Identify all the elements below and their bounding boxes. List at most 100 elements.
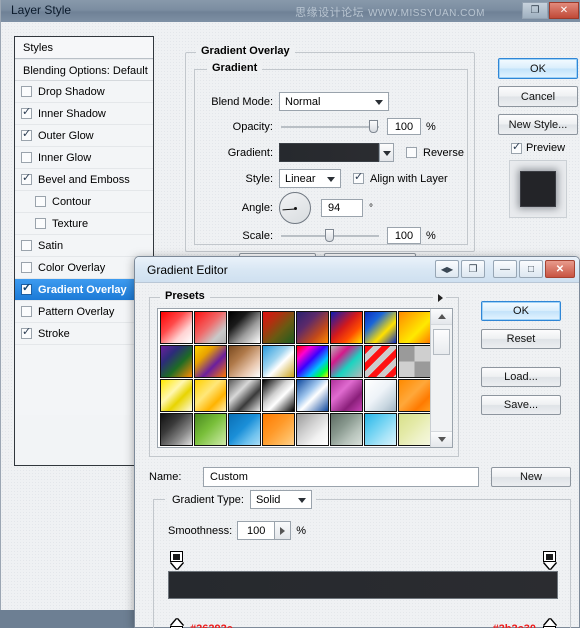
- style-item-drop-shadow[interactable]: Drop Shadow: [15, 81, 153, 103]
- style-item-checkbox[interactable]: [21, 282, 32, 295]
- ge-save-button[interactable]: Save...: [481, 395, 561, 415]
- name-input[interactable]: Custom: [203, 467, 479, 487]
- preset-swatch[interactable]: [364, 379, 397, 412]
- preset-swatch[interactable]: [296, 311, 329, 344]
- ge-load-button[interactable]: Load...: [481, 367, 561, 387]
- gradient-swatch[interactable]: [279, 143, 379, 162]
- color-stop-right[interactable]: [543, 619, 556, 628]
- preset-swatch[interactable]: [262, 311, 295, 344]
- preset-swatch[interactable]: [194, 311, 227, 344]
- preview-checkbox[interactable]: [510, 141, 522, 154]
- preset-swatch[interactable]: [194, 413, 227, 446]
- style-item-checkbox[interactable]: [21, 306, 32, 317]
- style-item-bevel-and-emboss[interactable]: Bevel and Emboss: [15, 169, 153, 191]
- style-item-checkbox[interactable]: [21, 172, 32, 185]
- preset-swatch[interactable]: [398, 345, 431, 378]
- new-style-button[interactable]: New Style...: [498, 114, 578, 135]
- color-stop-left[interactable]: [170, 619, 183, 628]
- preset-swatch[interactable]: [296, 413, 329, 446]
- style-select[interactable]: Linear: [279, 169, 341, 188]
- presets-menu-icon[interactable]: [433, 291, 446, 304]
- scale-slider[interactable]: [281, 228, 379, 242]
- preset-swatch[interactable]: [398, 311, 431, 344]
- close-button[interactable]: ✕: [549, 1, 579, 19]
- opacity-slider[interactable]: [281, 119, 379, 133]
- preset-swatch[interactable]: [194, 379, 227, 412]
- scroll-down-icon[interactable]: [431, 431, 452, 447]
- preset-swatch[interactable]: [160, 345, 193, 378]
- preset-swatch[interactable]: [330, 379, 363, 412]
- opacity-stop-left[interactable]: [170, 551, 183, 569]
- scale-input[interactable]: 100: [387, 227, 421, 244]
- smoothness-stepper[interactable]: [275, 521, 292, 540]
- maximize-button[interactable]: □: [519, 260, 543, 278]
- scale-slider-knob[interactable]: [325, 228, 334, 242]
- style-item-contour[interactable]: Contour: [15, 191, 153, 213]
- smoothness-input[interactable]: 100: [237, 521, 276, 540]
- style-item-checkbox[interactable]: [21, 86, 32, 97]
- style-item-inner-shadow[interactable]: Inner Shadow: [15, 103, 153, 125]
- opacity-stop-right[interactable]: [543, 551, 556, 569]
- preset-swatch[interactable]: [262, 413, 295, 446]
- preset-swatch[interactable]: [364, 413, 397, 446]
- style-item-checkbox[interactable]: [21, 152, 32, 163]
- angle-input[interactable]: 94: [321, 199, 363, 217]
- dock-icon[interactable]: ❐: [461, 260, 485, 278]
- preset-swatch[interactable]: [262, 379, 295, 412]
- style-item-texture[interactable]: Texture: [15, 213, 153, 235]
- preset-swatch[interactable]: [160, 413, 193, 446]
- scrollbar-thumb[interactable]: [433, 329, 450, 355]
- preset-swatch[interactable]: [296, 379, 329, 412]
- style-item-checkbox[interactable]: [21, 128, 32, 141]
- style-item-checkbox[interactable]: [21, 106, 32, 119]
- style-item-outer-glow[interactable]: Outer Glow: [15, 125, 153, 147]
- gradient-preview-bar[interactable]: [168, 571, 558, 599]
- style-item-checkbox[interactable]: [21, 240, 32, 251]
- restore-button[interactable]: ❐: [522, 1, 548, 19]
- preset-swatch[interactable]: [330, 311, 363, 344]
- preset-swatch[interactable]: [330, 345, 363, 378]
- ge-new-button[interactable]: New: [491, 467, 571, 487]
- scroll-up-icon[interactable]: [431, 309, 452, 325]
- presets-scrollbar[interactable]: [430, 309, 452, 447]
- style-item-checkbox[interactable]: [21, 326, 32, 339]
- align-with-layer-checkbox[interactable]: [353, 171, 364, 184]
- style-item-color-overlay[interactable]: Color Overlay: [15, 257, 153, 279]
- preset-swatch[interactable]: [228, 311, 261, 344]
- opacity-slider-knob[interactable]: [369, 119, 378, 133]
- preset-swatch[interactable]: [364, 311, 397, 344]
- gradient-type-select[interactable]: Solid: [249, 490, 312, 509]
- preset-swatch[interactable]: [364, 345, 397, 378]
- blending-options-row[interactable]: Blending Options: Default: [15, 59, 153, 81]
- style-item-satin[interactable]: Satin: [15, 235, 153, 257]
- ge-ok-button[interactable]: OK: [481, 301, 561, 321]
- style-item-inner-glow[interactable]: Inner Glow: [15, 147, 153, 169]
- cancel-button[interactable]: Cancel: [498, 86, 578, 107]
- preset-swatch[interactable]: [228, 345, 261, 378]
- reverse-checkbox[interactable]: [406, 147, 417, 158]
- preset-swatch[interactable]: [330, 413, 363, 446]
- opacity-input[interactable]: 100: [387, 118, 421, 135]
- gradient-picker-button[interactable]: [379, 143, 394, 162]
- style-item-checkbox[interactable]: [21, 262, 32, 273]
- style-item-checkbox[interactable]: [35, 218, 46, 229]
- ge-reset-button[interactable]: Reset: [481, 329, 561, 349]
- ok-button[interactable]: OK: [498, 58, 578, 79]
- preset-swatch[interactable]: [160, 379, 193, 412]
- close-button[interactable]: ✕: [545, 260, 575, 278]
- style-item-gradient-overlay[interactable]: Gradient Overlay: [15, 279, 153, 301]
- blend-mode-select[interactable]: Normal: [279, 92, 389, 111]
- style-item-checkbox[interactable]: [35, 196, 46, 207]
- style-item-stroke[interactable]: Stroke: [15, 323, 153, 345]
- preset-swatch[interactable]: [160, 311, 193, 344]
- preset-swatch[interactable]: [398, 413, 431, 446]
- preset-swatch[interactable]: [262, 345, 295, 378]
- style-item-pattern-overlay[interactable]: Pattern Overlay: [15, 301, 153, 323]
- angle-dial[interactable]: [279, 192, 311, 224]
- preset-swatch[interactable]: [228, 379, 261, 412]
- preset-swatch[interactable]: [228, 413, 261, 446]
- preset-swatch[interactable]: [194, 345, 227, 378]
- preset-swatch[interactable]: [296, 345, 329, 378]
- nav-arrows-icon[interactable]: ◀▶: [435, 260, 459, 278]
- minimize-button[interactable]: —: [493, 260, 517, 278]
